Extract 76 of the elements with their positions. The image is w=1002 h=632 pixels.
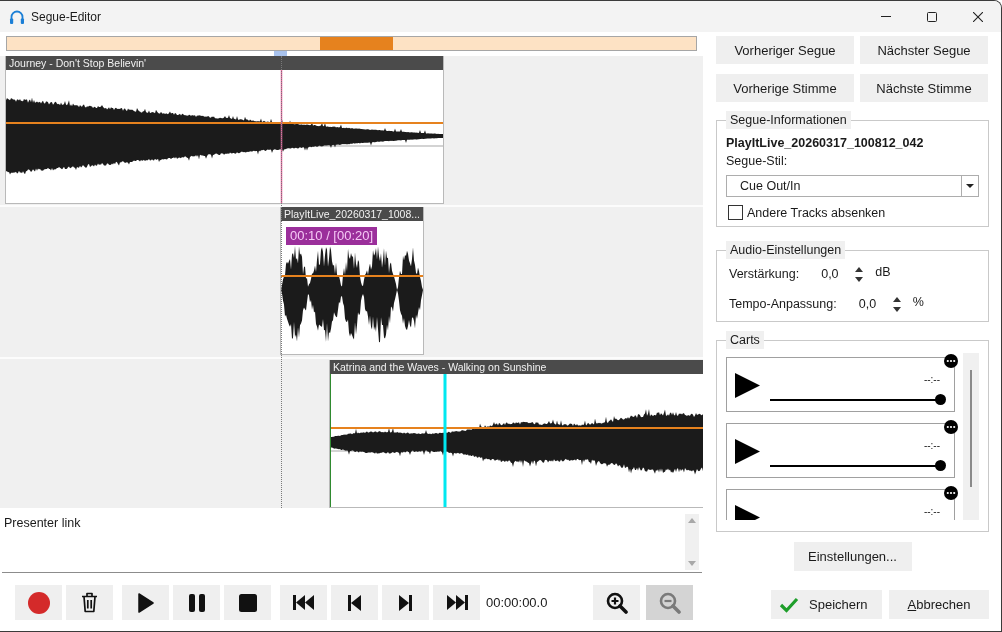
next-segue-button[interactable]: Nächster Segue [860, 36, 988, 64]
gain-field[interactable]: 0,0 [821, 267, 854, 281]
play-icon[interactable] [735, 439, 760, 464]
previous-button[interactable] [331, 585, 378, 620]
skip-to-start-button[interactable] [280, 585, 327, 620]
skip-to-end-button[interactable] [433, 585, 480, 620]
cart-slot[interactable]: --:-- [726, 357, 955, 412]
record-icon [27, 591, 50, 614]
play-icon[interactable] [735, 373, 760, 398]
more-options-icon[interactable] [944, 420, 958, 434]
more-options-icon[interactable] [944, 486, 958, 500]
slider-thumb[interactable] [934, 460, 946, 471]
cart-time: --:-- [923, 440, 940, 452]
checkbox-label: Andere Tracks absenken [747, 205, 886, 220]
group-title: Carts [726, 331, 764, 349]
spinner-arrows-icon[interactable] [892, 296, 901, 312]
dropdown-arrow-icon [966, 184, 974, 188]
zoom-out-icon [658, 591, 681, 614]
field-label: Verstärkung: [729, 267, 800, 281]
next-voice-button[interactable]: Nächste Stimme [860, 74, 988, 102]
field-label: Segue-Stil: [726, 153, 789, 169]
group-title: Audio-Einstellungen [726, 241, 846, 259]
clip-title: Katrina and the Waves - Walking on Sunshine [330, 359, 703, 374]
unit-label: dB [875, 264, 891, 279]
segue-name: PlayItLive_20260317_100812_042 [726, 135, 925, 151]
field-label: Tempo-Anpassung: [729, 297, 837, 311]
clip-title: PlayItLive_20260317_1008... [281, 207, 423, 222]
save-button[interactable]: Speichern [771, 590, 882, 619]
skip-forward-icon [445, 595, 468, 610]
minimize-icon [881, 16, 891, 17]
scrollbar[interactable] [963, 353, 979, 520]
unit-label: % [912, 294, 924, 309]
next-button[interactable] [382, 585, 429, 620]
audio-clip[interactable]: Katrina and the Waves - Walking on Sunshine [329, 359, 703, 508]
skip-back-icon [292, 595, 315, 610]
zoom-out-button[interactable] [646, 585, 693, 620]
pause-button[interactable] [173, 585, 220, 620]
settings-button[interactable]: Einstellungen... [793, 542, 912, 571]
stop-button[interactable] [224, 585, 271, 620]
spinner-arrows-icon[interactable] [855, 266, 864, 282]
stop-icon [238, 593, 257, 612]
audio-clip[interactable]: PlayItLive_20260317_1008... 00:10 / [00:20] [280, 207, 424, 356]
delete-button[interactable] [66, 585, 113, 620]
cart-time: --:-- [923, 506, 940, 518]
slider-thumb[interactable] [934, 394, 946, 405]
pause-icon [188, 593, 205, 612]
clip-title: Journey - Don't Stop Believin' [6, 56, 443, 70]
time-label: 00:10 / [00:20] [286, 227, 378, 246]
checkbox[interactable] [728, 205, 743, 220]
zoom-in-button[interactable] [593, 585, 640, 620]
more-options-icon[interactable] [944, 354, 958, 368]
record-button[interactable] [15, 585, 62, 620]
window-title: Segue-Editor [31, 9, 102, 24]
style-dropdown[interactable]: Cue Out/In [726, 175, 979, 197]
previous-voice-button[interactable]: Vorherige Stimme [716, 74, 854, 102]
previous-segue-button[interactable]: Vorheriger Segue [716, 36, 854, 64]
play-button[interactable] [122, 585, 169, 620]
maximize-icon [927, 11, 937, 22]
step-back-icon [348, 594, 361, 611]
group-title: Segue-Informationen [726, 111, 851, 129]
play-icon[interactable] [735, 505, 760, 520]
checkmark-icon [779, 596, 799, 613]
cart-slot[interactable]: --:-- [726, 489, 955, 520]
headphones-icon [9, 8, 25, 25]
cancel-button[interactable]: Abbrechen [889, 590, 989, 619]
close-icon [973, 11, 983, 22]
play-icon [137, 592, 154, 613]
audio-clip[interactable]: Journey - Don't Stop Believin' [5, 56, 444, 204]
cart-slot[interactable]: --:-- [726, 423, 955, 478]
step-forward-icon [399, 594, 412, 611]
cart-time: --:-- [923, 374, 940, 386]
tempo-field[interactable]: 0,0 [858, 297, 891, 311]
time-display: 00:00:00.0 [486, 595, 548, 610]
zoom-in-icon [605, 591, 628, 614]
trash-icon [81, 592, 98, 613]
playhead-handle[interactable] [274, 51, 287, 56]
